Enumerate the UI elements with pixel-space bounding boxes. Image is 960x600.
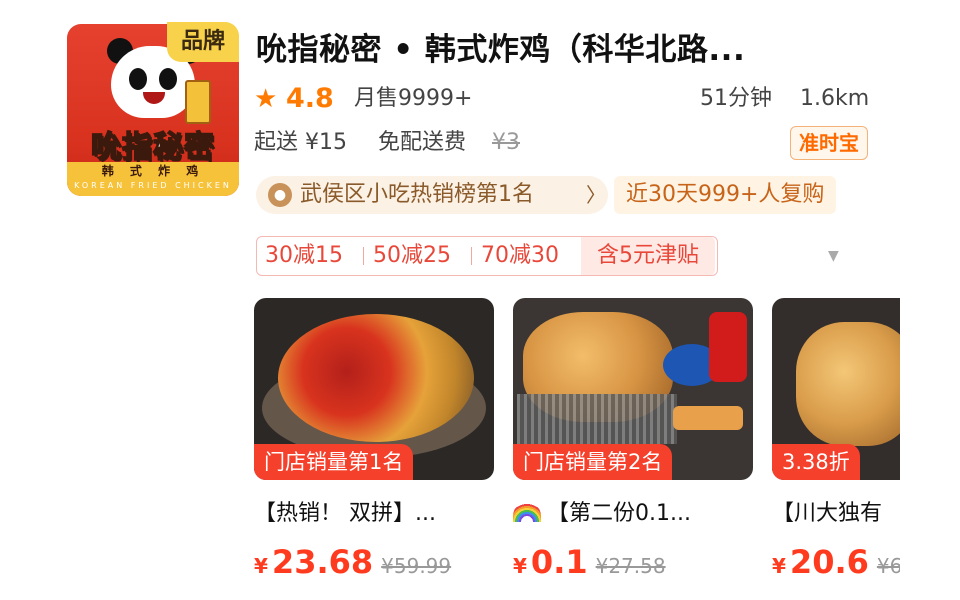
product-title[interactable]: 【川大独有 bbox=[772, 498, 900, 530]
soda-can-shape bbox=[709, 312, 747, 382]
product-card[interactable]: 3.38折 【川大独有 ¥20.6 ¥6 bbox=[772, 298, 900, 582]
delivery-fee: 免配送费 bbox=[378, 130, 467, 155]
fried-chicken-image bbox=[796, 322, 900, 446]
coupon-item[interactable]: 30减15 bbox=[265, 237, 343, 275]
fry-basket-shape bbox=[517, 394, 677, 444]
shop-rating: 4.8 bbox=[286, 83, 334, 114]
currency-symbol: ¥ bbox=[513, 554, 527, 578]
current-price: 0.1 bbox=[530, 543, 588, 581]
rainbow-icon bbox=[513, 502, 541, 522]
logo-en-text: KOREAN FRIED CHICKEN bbox=[74, 181, 232, 190]
drink-cup-icon bbox=[185, 80, 211, 124]
product-title-row[interactable]: 【第二份0.1... bbox=[513, 498, 753, 530]
ontime-badge[interactable]: 准时宝 bbox=[790, 126, 868, 160]
product-card[interactable]: 门店销量第2名 【第二份0.1... ¥0.1 ¥27.58 bbox=[513, 298, 753, 582]
logo-sub-text: 韩 式 炸 鸡 bbox=[101, 164, 205, 178]
current-price: 23.68 bbox=[271, 543, 374, 581]
star-icon: ★ bbox=[254, 84, 278, 114]
logo-script-text: 吮指秘密 bbox=[90, 129, 215, 166]
coupon-strip[interactable]: 30减15 50减25 70减30 含5元津贴 bbox=[256, 236, 718, 276]
sauce-tray-shape bbox=[673, 406, 743, 430]
repurchase-badge: 近30天999+人复购 bbox=[614, 176, 837, 214]
medal-icon: ● bbox=[268, 183, 292, 207]
original-price: ¥6 bbox=[876, 554, 900, 578]
product-badge: 门店销量第1名 bbox=[254, 444, 414, 480]
expand-arrow-icon[interactable]: ▼ bbox=[828, 248, 839, 264]
coupon-item[interactable]: 50减25 bbox=[373, 237, 451, 275]
product-image[interactable]: 门店销量第2名 bbox=[513, 298, 753, 480]
distance: 1.6km bbox=[800, 86, 870, 111]
current-price: 20.6 bbox=[789, 543, 869, 581]
product-price: ¥23.68 ¥59.99 bbox=[254, 542, 494, 582]
coupon-divider bbox=[363, 247, 364, 265]
min-order: 起送 ¥15 bbox=[254, 130, 347, 155]
product-card[interactable]: 门店销量第1名 【热销！ 双拼】... ¥23.68 ¥59.99 bbox=[254, 298, 494, 582]
panda-eye-right bbox=[159, 68, 177, 90]
panda-eye-left bbox=[129, 68, 147, 90]
product-badge: 门店销量第2名 bbox=[513, 444, 673, 480]
shop-stats-row: ★ 4.8 月售9999+ 51分钟 1.6km bbox=[254, 82, 874, 118]
original-price: ¥27.58 bbox=[595, 554, 666, 578]
shop-fee-row: 起送 ¥15 免配送费 ¥3 准时宝 bbox=[254, 126, 874, 162]
chevron-right-icon: 〉 bbox=[586, 183, 606, 207]
coupon-divider bbox=[471, 247, 472, 265]
product-title[interactable]: 【热销！ 双拼】... bbox=[254, 498, 494, 530]
shop-name[interactable]: 吮指秘密 • 韩式炸鸡（科华北路... bbox=[256, 24, 856, 69]
product-price: ¥0.1 ¥27.58 bbox=[513, 542, 753, 582]
rank-pill[interactable]: ● 武侯区小吃热销榜第1名 〉 bbox=[256, 176, 608, 214]
coupon-subsidy[interactable]: 含5元津贴 bbox=[581, 237, 715, 275]
original-price: ¥59.99 bbox=[381, 554, 452, 578]
monthly-sales: 月售9999+ bbox=[354, 86, 473, 111]
product-title: 【第二份0.1... bbox=[547, 501, 691, 526]
fried-chicken-image bbox=[278, 314, 474, 442]
product-image[interactable]: 门店销量第1名 bbox=[254, 298, 494, 480]
currency-symbol: ¥ bbox=[254, 554, 268, 578]
original-delivery-fee: ¥3 bbox=[492, 130, 520, 155]
delivery-time: 51分钟 bbox=[700, 86, 772, 111]
logo-band: 韩 式 炸 鸡 KOREAN FRIED CHICKEN bbox=[67, 162, 239, 196]
rank-text: 武侯区小吃热销榜第1名 bbox=[300, 182, 534, 207]
product-image[interactable]: 3.38折 bbox=[772, 298, 900, 480]
product-badge: 3.38折 bbox=[772, 444, 860, 480]
coupon-item[interactable]: 70减30 bbox=[481, 237, 559, 275]
brand-tag: 品牌 bbox=[167, 22, 239, 62]
currency-symbol: ¥ bbox=[772, 554, 786, 578]
product-price: ¥20.6 ¥6 bbox=[772, 542, 900, 582]
